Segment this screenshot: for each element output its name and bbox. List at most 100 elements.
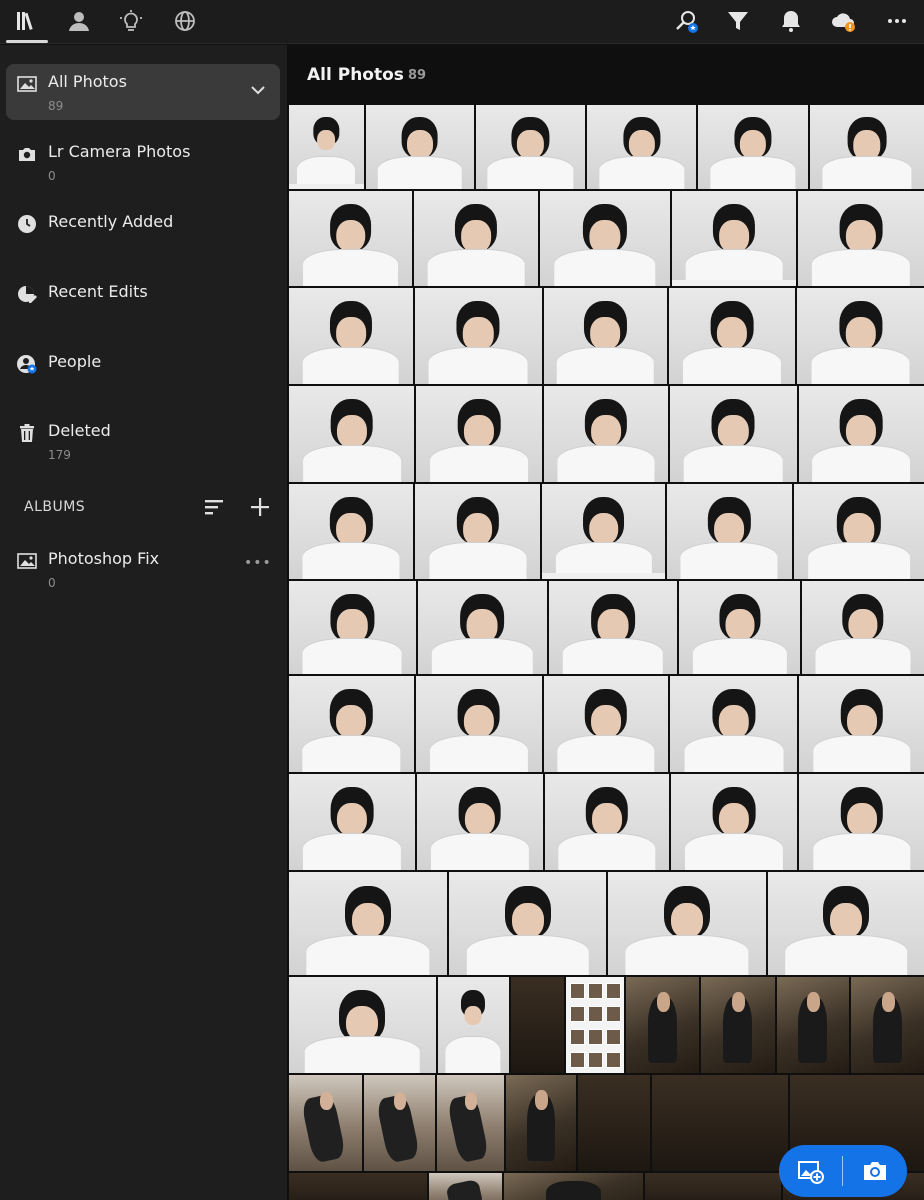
photo-thumbnail[interactable] — [437, 977, 509, 1073]
trash-icon — [16, 422, 38, 444]
chevron-down-icon[interactable] — [248, 80, 268, 100]
photo-thumbnail[interactable] — [540, 191, 670, 286]
photo-thumbnail[interactable] — [679, 581, 801, 674]
photo-thumbnail[interactable] — [672, 191, 796, 286]
photo-thumbnail[interactable] — [587, 105, 697, 189]
photo-thumbnail[interactable] — [798, 386, 924, 482]
sidebar-item-people[interactable]: People — [6, 344, 280, 400]
sidebar-item-all-photos[interactable]: All Photos 89 — [6, 64, 280, 120]
album-count: 0 — [48, 576, 56, 590]
photo-thumbnail[interactable] — [802, 581, 924, 674]
photo-thumbnail[interactable] — [669, 288, 796, 384]
sidebar-item-recent-edits[interactable]: Recent Edits — [6, 274, 280, 330]
sidebar-item-recently-added[interactable]: Recently Added — [6, 204, 280, 260]
photo-thumbnail[interactable] — [548, 581, 678, 674]
photo-thumbnail[interactable] — [644, 1173, 781, 1200]
photo-thumbnail[interactable] — [543, 676, 669, 772]
photo-thumbnail[interactable] — [416, 386, 542, 482]
photo-count: 89 — [408, 68, 427, 83]
photo-thumbnail[interactable] — [799, 676, 924, 772]
album-label: Photoshop Fix — [48, 549, 160, 568]
photo-thumbnail[interactable] — [289, 191, 412, 286]
photo-thumbnail[interactable] — [608, 872, 766, 975]
person-icon — [16, 353, 38, 375]
active-tab-indicator — [6, 40, 48, 43]
photo-thumbnail[interactable] — [851, 977, 924, 1073]
photo-thumbnail[interactable] — [365, 105, 474, 189]
add-album-button[interactable] — [246, 493, 274, 521]
sidebar-item-count: 0 — [48, 169, 56, 183]
photo-thumbnail[interactable] — [793, 484, 924, 579]
sidebar-item-label: Lr Camera Photos — [48, 142, 191, 161]
photo-thumbnail[interactable] — [289, 288, 413, 384]
add-photos-button[interactable] — [779, 1145, 842, 1197]
photo-thumbnail[interactable] — [700, 977, 775, 1073]
photo-thumbnail[interactable] — [289, 977, 436, 1073]
photo-thumbnail[interactable] — [768, 872, 924, 975]
photo-thumbnail[interactable] — [429, 1173, 503, 1200]
photo-thumbnail[interactable] — [289, 676, 414, 772]
notification-icon[interactable] — [776, 6, 806, 36]
cloud-sync-icon[interactable] — [828, 6, 858, 36]
plus-icon — [251, 498, 269, 516]
photo-thumbnail[interactable] — [670, 386, 797, 482]
album-more-icon[interactable]: ••• — [244, 555, 271, 571]
photo-thumbnail[interactable] — [475, 105, 586, 189]
photo-thumbnail[interactable] — [289, 484, 414, 579]
photo-thumbnail[interactable] — [652, 1075, 789, 1171]
photo-thumbnail[interactable] — [776, 977, 850, 1073]
photo-thumbnail[interactable] — [543, 288, 668, 384]
photo-thumbnail[interactable] — [416, 774, 543, 870]
photo-thumbnail[interactable] — [504, 1173, 643, 1200]
photo-thumbnail[interactable] — [289, 872, 447, 975]
photo-thumbnail[interactable] — [670, 676, 798, 772]
photo-thumbnail[interactable] — [449, 872, 606, 975]
photo-thumbnail[interactable] — [809, 105, 924, 189]
photo-thumbnail[interactable] — [415, 676, 542, 772]
photo-thumbnail[interactable] — [667, 484, 792, 579]
sidebar-item-label: Recently Added — [48, 212, 174, 231]
photo-thumbnail[interactable] — [578, 1075, 651, 1171]
top-bar — [0, 0, 924, 44]
photo-thumbnail[interactable] — [505, 1075, 577, 1171]
photo-thumbnail[interactable] — [799, 774, 924, 870]
photo-thumbnail[interactable] — [543, 386, 669, 482]
camera-icon — [863, 1162, 886, 1180]
camera-capture-button[interactable] — [843, 1145, 906, 1197]
more-icon[interactable] — [882, 6, 912, 36]
photo-thumbnail[interactable] — [363, 1075, 435, 1171]
sidebar-item-deleted[interactable]: Deleted 179 — [6, 413, 280, 469]
photo-thumbnail[interactable] — [289, 105, 364, 189]
photo-thumbnail[interactable] — [289, 1173, 428, 1200]
discover-icon[interactable] — [170, 6, 200, 36]
sort-albums-button[interactable] — [200, 493, 228, 521]
photo-thumbnail[interactable] — [289, 1075, 362, 1171]
photo-thumbnail[interactable] — [289, 386, 415, 482]
photo-thumbnail[interactable] — [626, 977, 699, 1073]
photo-thumbnail[interactable] — [436, 1075, 504, 1171]
photo-thumbnail[interactable] — [541, 484, 666, 579]
sort-icon — [205, 500, 223, 515]
photo-thumbnail[interactable] — [698, 105, 808, 189]
photo-thumbnail[interactable] — [415, 484, 540, 579]
search-icon[interactable] — [671, 6, 701, 36]
photo-thumbnail[interactable] — [414, 191, 538, 286]
photo-thumbnail[interactable] — [417, 581, 547, 674]
photo-thumbnail[interactable] — [289, 774, 415, 870]
photo-thumbnail[interactable] — [797, 288, 924, 384]
learn-icon[interactable] — [116, 6, 146, 36]
photo-thumbnail[interactable] — [414, 288, 542, 384]
sidebar-item-lr-camera-photos[interactable]: Lr Camera Photos 0 — [6, 134, 280, 190]
photo-thumbnail[interactable] — [566, 977, 624, 1073]
photo-thumbnail[interactable] — [671, 774, 798, 870]
photo-thumbnail[interactable] — [544, 774, 670, 870]
photo-thumbnail[interactable] — [798, 191, 924, 286]
people-icon[interactable] — [63, 6, 93, 36]
clock-icon — [16, 213, 38, 235]
filter-icon[interactable] — [723, 6, 753, 36]
library-icon[interactable] — [12, 6, 42, 36]
album-item-photoshop-fix[interactable]: Photoshop Fix 0 ••• — [6, 541, 280, 597]
photos-icon — [16, 73, 38, 95]
photo-thumbnail[interactable] — [510, 977, 565, 1073]
photo-thumbnail[interactable] — [289, 581, 416, 674]
